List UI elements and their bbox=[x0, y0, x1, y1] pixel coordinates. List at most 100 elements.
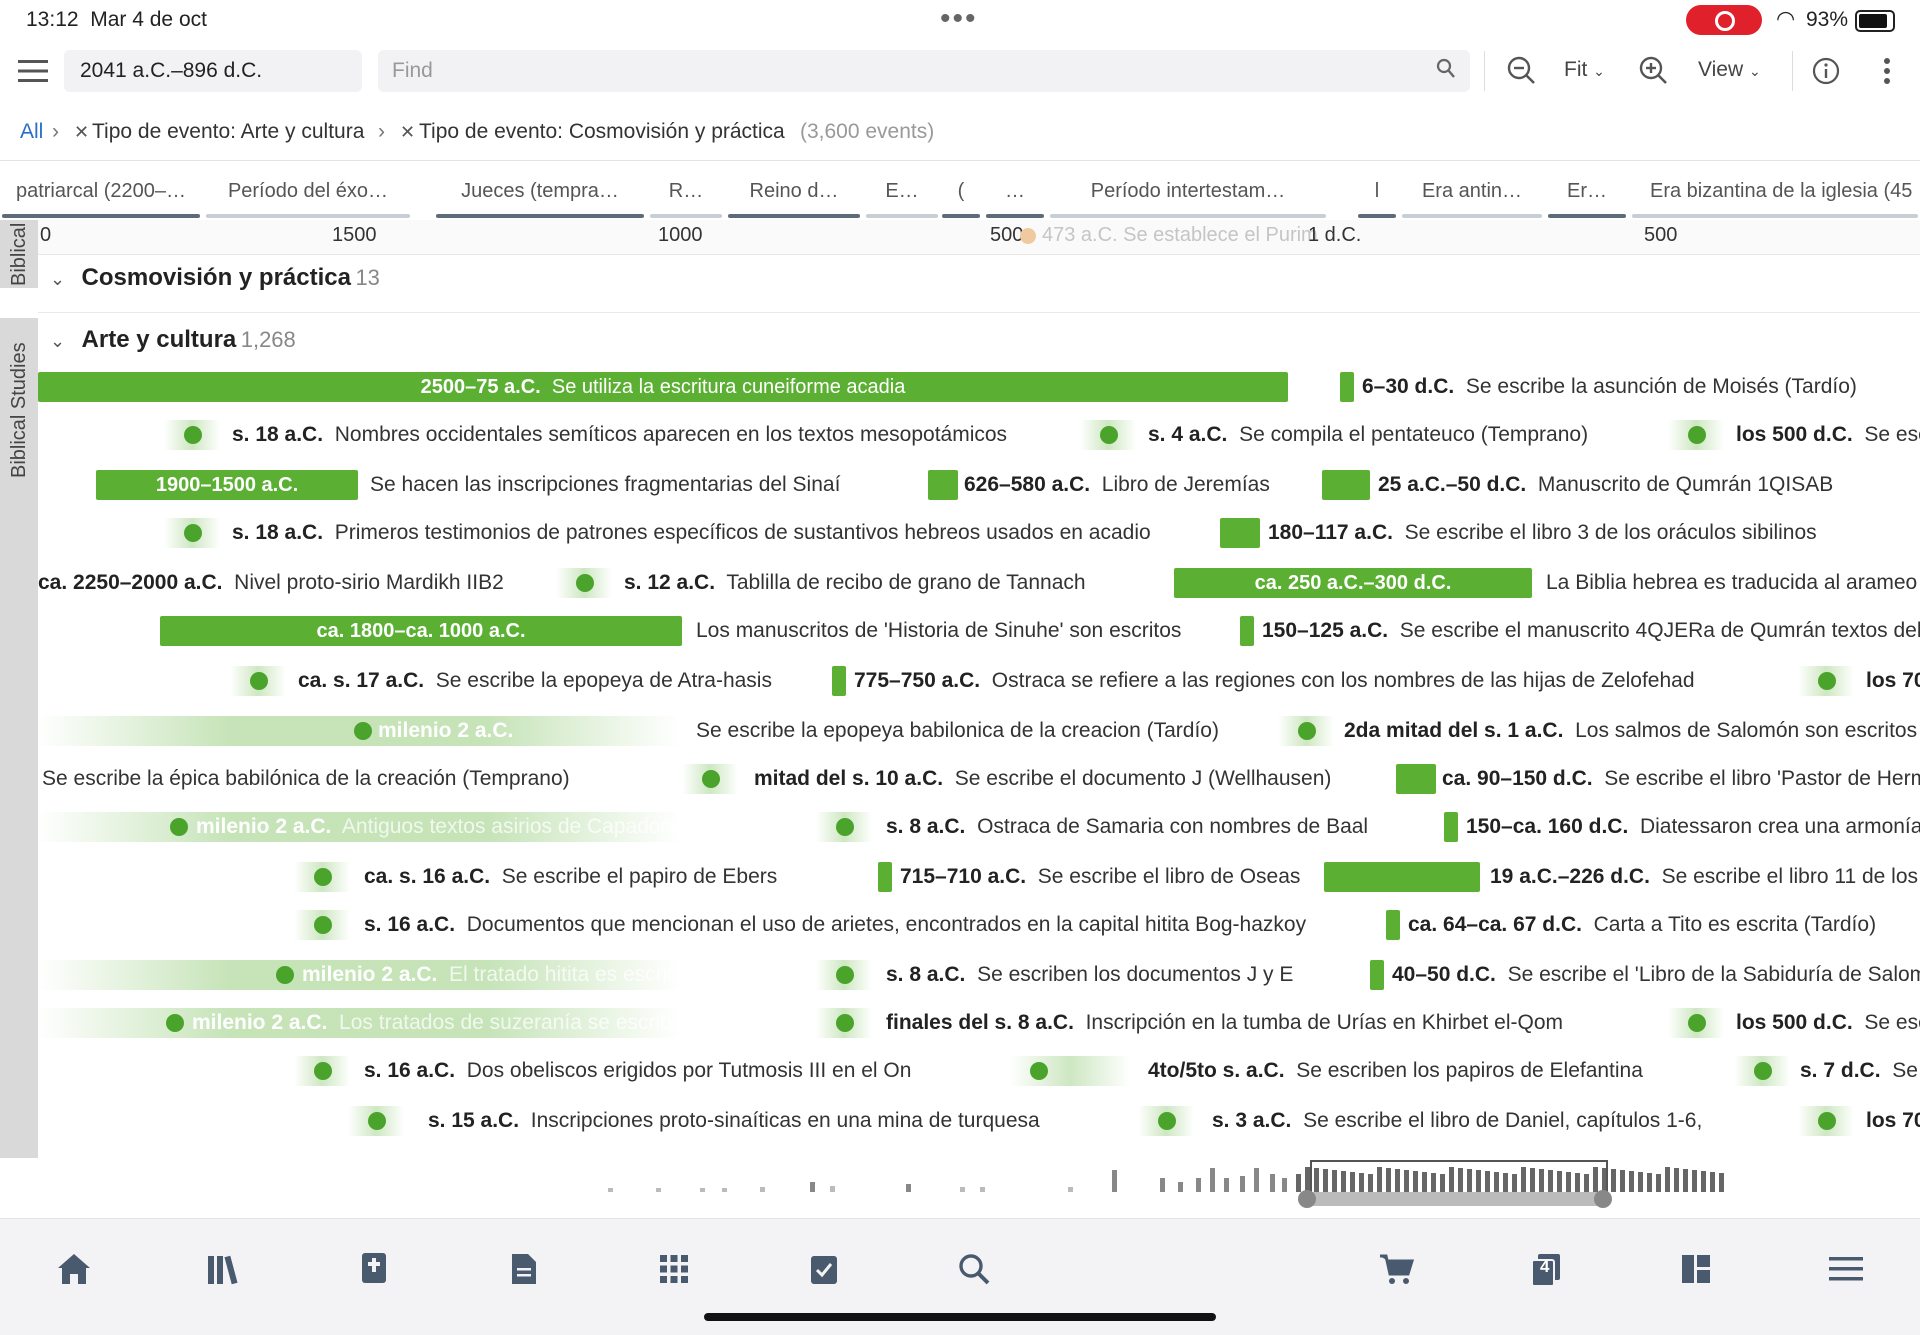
search-icon[interactable] bbox=[944, 1239, 1004, 1299]
event-label[interactable]: ca. 2250–2000 a.C. Nivel proto-sirio Mar… bbox=[38, 566, 504, 600]
event-label[interactable]: 626–580 a.C. Libro de Jeremías bbox=[964, 468, 1270, 502]
event-label[interactable]: s. 4 a.C. Se compila el pentateuco (Temp… bbox=[1148, 418, 1588, 452]
remove-filter-icon[interactable]: ✕ bbox=[400, 110, 415, 154]
event-label[interactable]: finales del s. 8 a.C. Inscripción en la … bbox=[886, 1006, 1563, 1040]
event-label[interactable]: 40–50 d.C. Se escribe el 'Libro de la Sa… bbox=[1392, 958, 1920, 992]
event-dot[interactable] bbox=[348, 1106, 404, 1136]
zoom-out-icon[interactable] bbox=[1502, 51, 1542, 91]
event-dot[interactable] bbox=[1010, 1056, 1130, 1086]
event-label[interactable]: 715–710 a.C. Se escribe el libro de Osea… bbox=[900, 860, 1300, 894]
menu-icon[interactable] bbox=[1816, 1239, 1876, 1299]
side-label-biblical[interactable]: Biblical bbox=[0, 220, 38, 288]
event-dot[interactable] bbox=[166, 1014, 184, 1032]
period-paren[interactable]: ( bbox=[940, 180, 982, 218]
event-dot[interactable] bbox=[294, 862, 350, 892]
event-bar[interactable] bbox=[1444, 812, 1458, 842]
period-intertestamentario[interactable]: Período intertestam… bbox=[1048, 180, 1328, 218]
period-r[interactable]: R… bbox=[648, 180, 724, 218]
event-bar[interactable] bbox=[1340, 372, 1354, 402]
period-er[interactable]: Er… bbox=[1546, 180, 1628, 218]
event-label[interactable]: 4to/5to s. a.C. Se escriben los papiros … bbox=[1148, 1054, 1643, 1088]
filter-arte-cultura[interactable]: Tipo de evento: Arte y cultura bbox=[92, 110, 364, 154]
event-bar[interactable]: ca. 1800–ca. 1000 a.C. bbox=[160, 616, 682, 646]
event-bar[interactable]: 2500–75 a.C. Se utiliza la escritura cun… bbox=[38, 372, 1288, 402]
event-bar[interactable] bbox=[1322, 470, 1370, 500]
event-label[interactable]: 6–30 d.C. Se escribe la asunción de Mois… bbox=[1362, 370, 1857, 404]
event-bar[interactable] bbox=[1240, 616, 1254, 646]
event-dot[interactable] bbox=[1798, 1106, 1854, 1136]
event-label[interactable]: 150–125 a.C. Se escribe el manuscrito 4Q… bbox=[1262, 614, 1920, 648]
period-ellipsis[interactable]: … bbox=[984, 180, 1046, 218]
event-dot[interactable] bbox=[230, 666, 286, 696]
event-bar[interactable] bbox=[878, 862, 892, 892]
event-label[interactable]: los 500 d.C. Se escr bbox=[1736, 1006, 1920, 1040]
event-dot[interactable] bbox=[1668, 420, 1724, 450]
event-label[interactable]: s. 8 a.C. Se escriben los documentos J y… bbox=[886, 958, 1293, 992]
event-label[interactable]: 25 a.C.–50 d.C. Manuscrito de Qumrán 1QI… bbox=[1378, 468, 1833, 502]
event-label[interactable]: 2da mitad del s. 1 a.C. Los salmos de Sa… bbox=[1344, 714, 1917, 748]
event-dot[interactable] bbox=[294, 1056, 350, 1086]
event-label[interactable]: s. 12 a.C. Tablilla de recibo de grano d… bbox=[624, 566, 1086, 600]
event-label[interactable]: Se hacen las inscripciones fragmentarias… bbox=[370, 468, 840, 502]
filter-cosmovision[interactable]: Tipo de evento: Cosmovisión y práctica bbox=[419, 110, 785, 154]
remove-filter-icon[interactable]: ✕ bbox=[74, 110, 89, 154]
event-dot[interactable] bbox=[294, 910, 350, 940]
event-label[interactable]: 775–750 a.C. Ostraca se refiere a las re… bbox=[854, 664, 1695, 698]
period-era-antin[interactable]: Era antin… bbox=[1400, 180, 1544, 218]
bible-icon[interactable] bbox=[344, 1239, 404, 1299]
event-label[interactable]: Se escribe la epopeya babilonica de la c… bbox=[696, 714, 1219, 748]
event-label[interactable]: La Biblia hebrea es traducida al arameo bbox=[1546, 566, 1917, 600]
document-icon[interactable] bbox=[494, 1239, 554, 1299]
event-label[interactable]: milenio 2 a.C. bbox=[378, 714, 513, 748]
event-label[interactable]: 19 a.C.–226 d.C. Se escribe el libro 11 … bbox=[1490, 860, 1920, 894]
event-dot[interactable] bbox=[816, 1008, 872, 1038]
minimap-scrollbar[interactable] bbox=[1298, 1190, 1612, 1208]
home-icon[interactable] bbox=[44, 1239, 104, 1299]
event-dot[interactable] bbox=[1798, 666, 1854, 696]
event-dot[interactable] bbox=[1668, 1008, 1724, 1038]
event-dot[interactable] bbox=[164, 518, 220, 548]
more-vertical-icon[interactable] bbox=[1870, 51, 1904, 91]
period-jueces[interactable]: Jueces (tempra… bbox=[434, 180, 646, 218]
apps-grid-icon[interactable] bbox=[644, 1239, 704, 1299]
event-dot[interactable] bbox=[1734, 1056, 1790, 1086]
side-label-biblical-studies[interactable]: Biblical Studies bbox=[0, 318, 38, 1158]
event-bar[interactable]: 1900–1500 a.C. bbox=[96, 470, 358, 500]
event-dot[interactable] bbox=[354, 722, 372, 740]
event-label[interactable]: s. 15 a.C. Inscripciones proto-sinaítica… bbox=[428, 1104, 1040, 1138]
period-patriarcal[interactable]: patriarcal (2200–… bbox=[0, 180, 202, 218]
event-label[interactable]: ca. 90–150 d.C. Se escribe el libro 'Pas… bbox=[1442, 762, 1920, 796]
event-label[interactable]: ca. s. 17 a.C. Se escribe la epopeya de … bbox=[298, 664, 772, 698]
event-bar[interactable] bbox=[928, 470, 958, 500]
date-range-field[interactable]: 2041 a.C.–896 d.C. bbox=[64, 50, 362, 92]
event-label[interactable]: 180–117 a.C. Se escribe el libro 3 de lo… bbox=[1268, 516, 1817, 550]
event-bar[interactable]: ca. 250 a.C.–300 d.C. bbox=[1174, 568, 1532, 598]
hamburger-menu-icon[interactable] bbox=[14, 52, 52, 90]
find-input[interactable] bbox=[378, 50, 1394, 92]
event-dot[interactable] bbox=[1138, 1106, 1194, 1136]
event-label[interactable]: los 500 d.C. Se escr bbox=[1736, 418, 1920, 452]
event-label[interactable]: Se escribe la épica babilónica de la cre… bbox=[42, 762, 570, 796]
library-icon[interactable] bbox=[194, 1239, 254, 1299]
home-indicator[interactable] bbox=[704, 1313, 1216, 1321]
event-dot[interactable] bbox=[682, 764, 738, 794]
multitasking-dots-icon[interactable]: ••• bbox=[940, 2, 978, 36]
search-icon[interactable] bbox=[1436, 58, 1456, 85]
checklist-icon[interactable] bbox=[794, 1239, 854, 1299]
event-label[interactable]: los 70 bbox=[1866, 1104, 1920, 1138]
event-label[interactable]: s. 16 a.C. Dos obeliscos erigidos por Tu… bbox=[364, 1054, 911, 1088]
period-era-bizantina[interactable]: Era bizantina de la iglesia (45 bbox=[1630, 180, 1920, 218]
group-header-cosmovision[interactable]: ⌄ Cosmovisión y práctica 13 bbox=[50, 264, 380, 292]
breadcrumb-all[interactable]: All bbox=[20, 110, 43, 154]
event-label[interactable]: mitad del s. 10 a.C. Se escribe el docum… bbox=[754, 762, 1331, 796]
event-dot[interactable] bbox=[556, 568, 612, 598]
event-label[interactable]: milenio 2 a.C. El tratado hitita es escr… bbox=[302, 958, 685, 992]
screen-record-icon[interactable] bbox=[1686, 5, 1762, 35]
period-e[interactable]: E… bbox=[864, 180, 940, 218]
tabs-icon[interactable]: 4 bbox=[1516, 1239, 1576, 1299]
event-dot[interactable] bbox=[164, 420, 220, 450]
event-dot[interactable] bbox=[816, 812, 872, 842]
event-label[interactable]: s. 16 a.C. Documentos que mencionan el u… bbox=[364, 908, 1306, 942]
period-exodo[interactable]: Período del éxo… bbox=[204, 180, 412, 218]
event-bar[interactable] bbox=[1324, 862, 1480, 892]
